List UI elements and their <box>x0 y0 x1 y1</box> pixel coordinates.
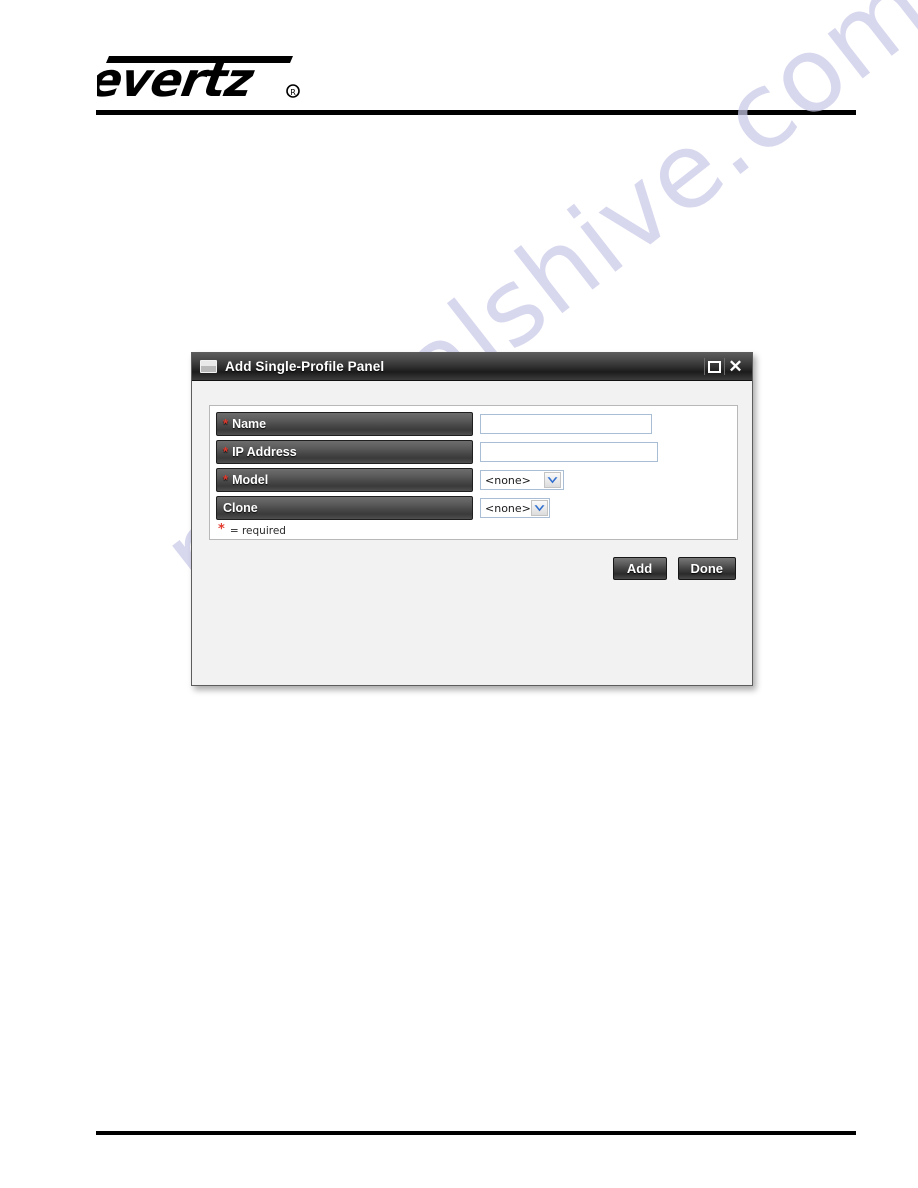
close-button[interactable]: ✕ <box>727 358 744 375</box>
required-asterisk-icon: * <box>223 415 229 431</box>
required-asterisk-icon: * <box>223 471 229 487</box>
label-text-clone: Clone <box>223 501 258 515</box>
clone-select-value: <none> <box>485 501 531 515</box>
svg-text:evertz: evertz <box>97 53 258 106</box>
dialog-button-row: Add Done <box>612 557 736 580</box>
form-row-name: * Name <box>216 412 731 436</box>
form-row-clone: Clone <none> <box>216 496 731 520</box>
label-cell-name: * Name <box>216 412 473 436</box>
add-button[interactable]: Add <box>612 557 667 580</box>
required-asterisk-icon: * <box>223 443 229 459</box>
required-asterisk-icon: * <box>218 522 225 537</box>
maximize-icon <box>708 360 721 373</box>
required-legend: * = required <box>216 522 731 537</box>
form-row-ip-address: * IP Address <box>216 440 731 464</box>
label-cell-model: * Model <box>216 468 473 492</box>
field-cell-ip-address <box>480 442 658 462</box>
name-input[interactable] <box>480 414 652 434</box>
chevron-down-icon[interactable] <box>544 472 561 488</box>
window-icon <box>200 360 217 373</box>
form-row-model: * Model <none> <box>216 468 731 492</box>
done-button[interactable]: Done <box>677 557 736 580</box>
label-text-ip-address: IP Address <box>232 445 297 459</box>
svg-text:R: R <box>290 88 296 97</box>
label-cell-ip-address: * IP Address <box>216 440 473 464</box>
add-single-profile-panel-dialog: Add Single-Profile Panel ✕ * Name * IP A… <box>191 352 753 686</box>
dialog-title: Add Single-Profile Panel <box>225 359 385 374</box>
model-select[interactable]: <none> <box>480 470 564 490</box>
titlebar-buttons: ✕ <box>704 358 748 375</box>
maximize-button[interactable] <box>704 358 725 375</box>
profile-form-panel: * Name * IP Address * Model <none> Clone… <box>209 405 738 540</box>
dialog-body: * Name * IP Address * Model <none> Clone… <box>192 381 752 684</box>
required-legend-text: = required <box>229 524 286 537</box>
header-rule <box>96 110 856 115</box>
evertz-logo: evertz R <box>97 44 317 106</box>
field-cell-name <box>480 414 652 434</box>
close-icon: ✕ <box>728 357 743 376</box>
clone-select[interactable]: <none> <box>480 498 550 518</box>
footer-rule <box>96 1131 856 1135</box>
label-text-name: Name <box>232 417 267 431</box>
field-cell-model: <none> <box>480 470 564 490</box>
ip-address-input[interactable] <box>480 442 658 462</box>
model-select-value: <none> <box>485 473 531 487</box>
field-cell-clone: <none> <box>480 498 550 518</box>
label-text-model: Model <box>232 473 269 487</box>
label-cell-clone: Clone <box>216 496 473 520</box>
document-page: evertz R manualshive.com Add Single-Prof… <box>0 0 918 1188</box>
chevron-down-icon[interactable] <box>530 500 548 516</box>
dialog-titlebar[interactable]: Add Single-Profile Panel ✕ <box>192 353 752 381</box>
